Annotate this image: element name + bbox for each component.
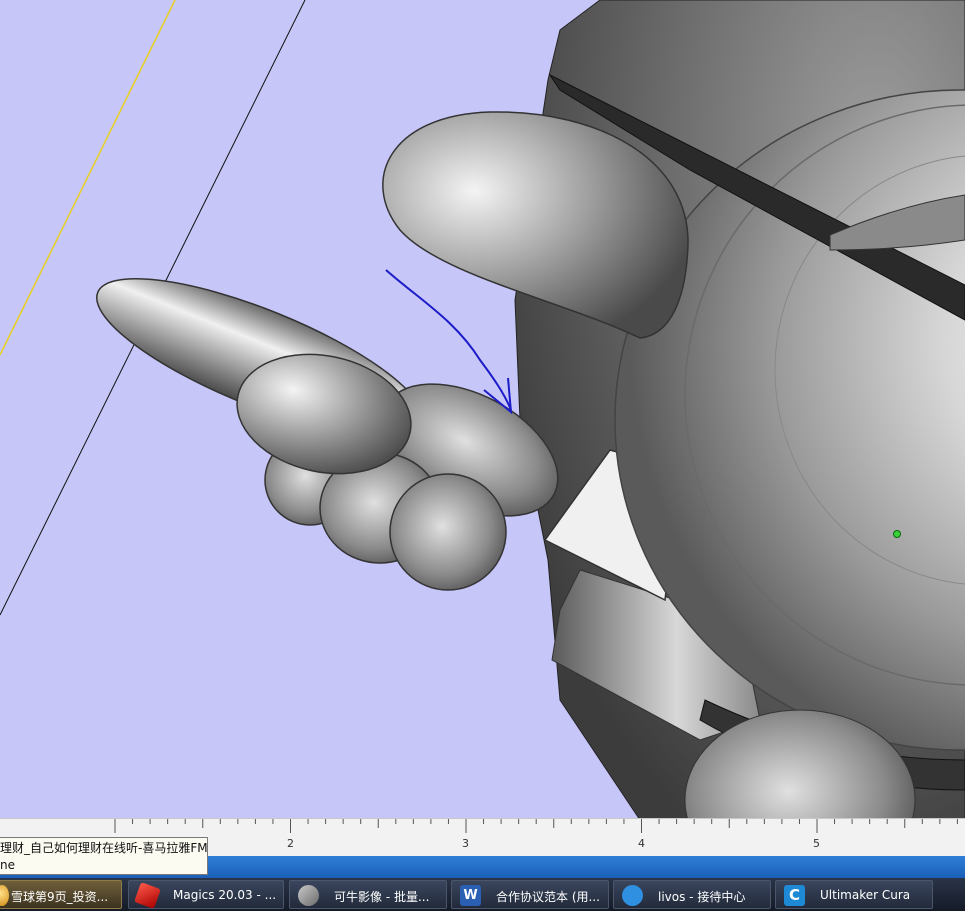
windows-taskbar: 雪球第9页_投资... Magics 20.03 - ... 可牛影像 - 批量…	[0, 878, 965, 911]
model-scene[interactable]	[0, 0, 965, 820]
taskbar-item-image-editor[interactable]: 可牛影像 - 批量...	[289, 880, 447, 909]
taskbar-tooltip: 理财_自己如何理财在线听-喜马拉雅FM ne	[0, 837, 208, 875]
taskbar-item-label: Magics 20.03 - ...	[173, 888, 277, 902]
ruler-label: 5	[813, 837, 820, 850]
chat-icon	[622, 885, 643, 906]
tooltip-title: 理财_自己如何理财在线听-喜马拉雅FM	[0, 841, 207, 855]
taskbar-item-word[interactable]: W 合作协议范本 (用...	[451, 880, 609, 909]
cura-icon: C	[784, 885, 805, 906]
word-icon: W	[460, 885, 481, 906]
ruler-label: 2	[287, 837, 294, 850]
taskbar-item-label: 雪球第9页_投资...	[11, 890, 109, 904]
image-editor-icon	[298, 885, 319, 906]
taskbar-item-label: Ultimaker Cura	[820, 888, 911, 902]
ruler-label: 3	[462, 837, 469, 850]
taskbar-item-browser[interactable]: 雪球第9页_投资...	[0, 880, 122, 909]
browser-icon	[0, 885, 9, 906]
taskbar-item-label: livos - 接待中心	[658, 890, 746, 904]
model-front-blob	[389, 473, 507, 591]
magics-icon	[134, 882, 161, 908]
pivot-marker[interactable]	[893, 530, 901, 538]
tooltip-subtitle: ne	[0, 858, 15, 872]
taskbar-item-label: 可牛影像 - 批量...	[334, 890, 430, 904]
taskbar-item-label: 合作协议范本 (用...	[496, 890, 600, 904]
ruler-label: 4	[638, 837, 645, 850]
taskbar-item-magics[interactable]: Magics 20.03 - ...	[128, 880, 284, 909]
3d-viewport[interactable]	[0, 0, 965, 820]
taskbar-item-cura[interactable]: C Ultimaker Cura	[775, 880, 933, 909]
taskbar-item-livos[interactable]: livos - 接待中心	[613, 880, 771, 909]
